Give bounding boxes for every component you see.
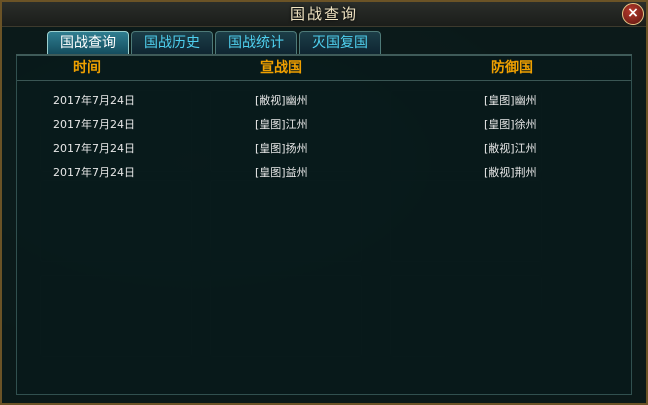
table-row[interactable]: 2017年7月24日 [皇图]扬州 [敝视]江州 — [17, 137, 631, 161]
cell-attacker: [皇图]益州 — [255, 166, 308, 179]
dialog-title: 国战查询 — [289, 5, 358, 23]
cell-defender: [皇图]幽州 — [484, 94, 537, 107]
war-query-dialog: 国战查询 × 国战查询 国战历史 国战统计 灭国复国 时间 宣战国 防御国 20… — [0, 0, 648, 405]
table-body: 2017年7月24日 [敝视]幽州 [皇图]幽州 2017年7月24日 [皇图]… — [17, 89, 631, 185]
table-header: 时间 宣战国 防御国 — [17, 56, 631, 81]
cell-attacker: [皇图]扬州 — [255, 142, 308, 155]
cell-defender: [敝视]江州 — [484, 142, 537, 155]
column-header-time: 时间 — [73, 60, 101, 76]
cell-time: 2017年7月24日 — [53, 142, 135, 155]
dialog-titlebar: 国战查询 × — [2, 2, 646, 27]
cell-attacker: [皇图]江州 — [255, 118, 308, 131]
cell-time: 2017年7月24日 — [53, 118, 135, 131]
tab-war-query[interactable]: 国战查询 — [47, 31, 129, 55]
close-button[interactable]: × — [622, 3, 644, 25]
war-table-panel: 时间 宣战国 防御国 2017年7月24日 [敝视]幽州 [皇图]幽州 2017… — [16, 56, 632, 395]
tab-war-statistics[interactable]: 国战统计 — [215, 31, 297, 55]
cell-time: 2017年7月24日 — [53, 94, 135, 107]
cell-attacker: [敝视]幽州 — [255, 94, 308, 107]
table-row[interactable]: 2017年7月24日 [敝视]幽州 [皇图]幽州 — [17, 89, 631, 113]
cell-defender: [敝视]荆州 — [484, 166, 537, 179]
close-icon: × — [627, 5, 639, 21]
cell-time: 2017年7月24日 — [53, 166, 135, 179]
cell-defender: [皇图]徐州 — [484, 118, 537, 131]
tab-bar: 国战查询 国战历史 国战统计 灭国复国 — [47, 31, 381, 55]
table-row[interactable]: 2017年7月24日 [皇图]江州 [皇图]徐州 — [17, 113, 631, 137]
tab-war-history[interactable]: 国战历史 — [131, 31, 213, 55]
column-header-attacker: 宣战国 — [260, 60, 302, 76]
tab-conquest-restore[interactable]: 灭国复国 — [299, 31, 381, 55]
table-row[interactable]: 2017年7月24日 [皇图]益州 [敝视]荆州 — [17, 161, 631, 185]
column-header-defender: 防御国 — [491, 60, 533, 76]
